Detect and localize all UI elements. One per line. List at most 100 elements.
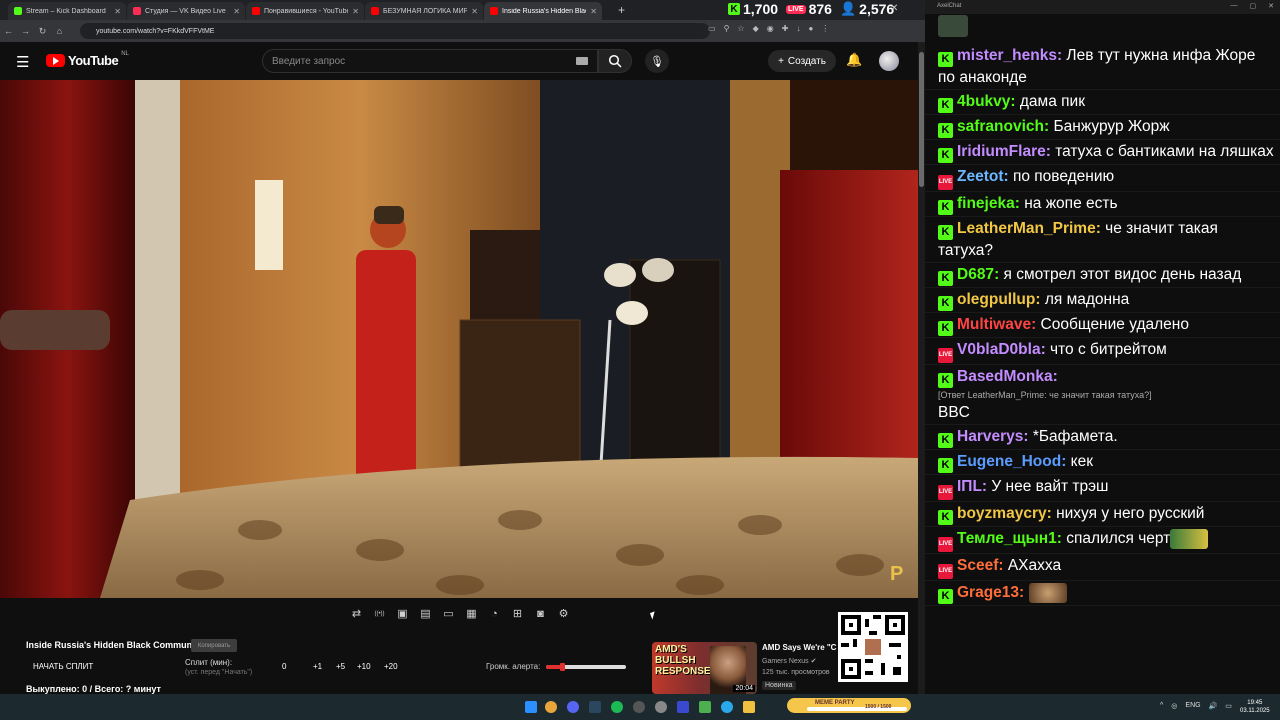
taskbar-clock[interactable]: 19:45 03.11.2025	[1240, 699, 1270, 715]
avatar[interactable]	[879, 51, 899, 71]
channel-name[interactable]: Gamers Nexus ✔	[762, 657, 817, 665]
volume-slider-knob[interactable]	[560, 663, 565, 671]
browser-tab[interactable]: Студия — VK Видео Live ✕	[127, 2, 245, 20]
language-indicator[interactable]: ENG	[1185, 702, 1200, 710]
chat-username[interactable]: Grage13	[957, 584, 1019, 601]
tab-close-icon[interactable]: ✕	[590, 7, 602, 16]
close-window-icon[interactable]: ✕	[890, 3, 898, 14]
chat-username[interactable]: Zeetot	[957, 168, 1004, 185]
browser-tab[interactable]: Inside Russia's Hidden Black ✕	[484, 2, 602, 20]
profile-icon[interactable]: ●	[808, 24, 813, 33]
network-icon[interactable]: ▭	[1225, 702, 1232, 710]
search-button[interactable]	[598, 49, 632, 73]
browser-tab[interactable]: Stream – Kick Dashboard ✕	[8, 2, 126, 20]
search-input[interactable]: Введите запрос	[262, 49, 598, 73]
recommended-video[interactable]: AMD'S BULLSH RESPONSE 20:04 AMD Says We'…	[652, 642, 836, 694]
gauge-icon[interactable]: ◔	[486, 605, 503, 622]
chat-username[interactable]: V0blaD0bla	[957, 341, 1041, 358]
youtube-logo[interactable]: YouTube NL	[46, 51, 129, 68]
create-button[interactable]: + Создать	[768, 50, 836, 72]
zoom-icon[interactable]: ⚲	[724, 24, 730, 33]
browser-menu-icon[interactable]: ⋮	[821, 24, 829, 33]
tray-chevron-icon[interactable]: ^	[1160, 702, 1163, 710]
chat-username[interactable]: Multiwave	[957, 316, 1031, 333]
keyboard-icon[interactable]	[576, 57, 588, 65]
extension-icon[interactable]: ◆	[753, 24, 759, 33]
tab-close-icon[interactable]: ✕	[352, 7, 364, 16]
chat-username[interactable]: 4bukvy	[957, 93, 1010, 110]
increment-button-10[interactable]: +10	[357, 662, 371, 671]
file-explorer-icon[interactable]	[743, 701, 755, 713]
gear-icon[interactable]: ⚙	[555, 605, 572, 622]
chat-username[interactable]: Sceef	[957, 557, 998, 574]
extension-icon[interactable]: ◉	[767, 24, 774, 33]
discord-icon[interactable]	[567, 701, 579, 713]
reload-icon[interactable]: ↻	[34, 26, 51, 37]
chat-username[interactable]: mister_henks	[957, 47, 1057, 64]
chat-username[interactable]: BasedMonka	[957, 368, 1053, 385]
extensions-puzzle-icon[interactable]: ✚	[782, 24, 789, 33]
chat-username[interactable]: olegpullup	[957, 291, 1035, 308]
bookmark-star-icon[interactable]: ☆	[737, 24, 744, 33]
minimize-icon[interactable]: —	[1231, 2, 1238, 10]
chat-username[interactable]: IПL	[957, 478, 982, 495]
video-player[interactable]: P	[0, 80, 918, 598]
url-field[interactable]: youtube.com/watch?v=FKkdVFFVtME	[80, 23, 710, 39]
start-icon[interactable]	[525, 701, 537, 713]
forward-icon[interactable]: →	[17, 26, 34, 36]
chat-username[interactable]: Eugene_Hood	[957, 453, 1061, 470]
telegram-icon[interactable]	[721, 701, 733, 713]
tab-close-icon[interactable]: ✕	[233, 7, 245, 16]
system-tray: ^ ◎ ENG 🔊 ▭	[1160, 702, 1232, 710]
split-title: Inside Russia's Hidden Black Community	[26, 640, 203, 650]
page-scrollbar-thumb[interactable]	[919, 52, 924, 187]
copy-button[interactable]: Копировать	[191, 639, 237, 652]
chat-username[interactable]: safranovich	[957, 118, 1044, 135]
bus-icon[interactable]: ▦	[463, 605, 480, 622]
home-icon[interactable]: ⌂	[51, 26, 68, 36]
steam-icon[interactable]	[589, 701, 601, 713]
add-screen-icon[interactable]: ⊞	[509, 605, 526, 622]
tray-icon[interactable]: ◎	[1171, 702, 1177, 710]
install-icon[interactable]: ▭	[708, 24, 716, 33]
chat-username[interactable]: Harverys	[957, 428, 1023, 445]
new-tab-button[interactable]: +	[618, 3, 625, 17]
car-icon[interactable]: ▣	[394, 605, 411, 622]
increment-button-20[interactable]: +20	[384, 662, 398, 671]
close-icon[interactable]: ✕	[1268, 2, 1274, 10]
back-icon[interactable]: ←	[0, 26, 17, 36]
volume-icon[interactable]: 🔊	[1209, 702, 1218, 710]
voice-search-button[interactable]: 🎙	[645, 49, 669, 73]
spotify-icon[interactable]	[611, 701, 623, 713]
video-title[interactable]: AMD Says We're "C	[762, 643, 838, 652]
chat-username[interactable]: finejeka	[957, 195, 1015, 212]
chat-username[interactable]: LeatherMan_Prime	[957, 220, 1096, 237]
tab-close-icon[interactable]: ✕	[471, 7, 483, 16]
browser-tab[interactable]: БЕЗУМНАЯ ЛОГИКА МИРА К…✕	[365, 2, 483, 20]
increment-button-5[interactable]: +5	[336, 662, 345, 671]
download-icon[interactable]: ↓	[796, 24, 800, 33]
chrome-icon[interactable]	[545, 701, 557, 713]
chat-username[interactable]: IridiumFlare	[957, 143, 1046, 160]
notifications-bell-icon[interactable]: 🔔	[846, 52, 862, 68]
increment-button-1[interactable]: +1	[313, 662, 322, 671]
maximize-icon[interactable]: ▢	[1250, 2, 1257, 10]
hamburger-menu-icon[interactable]: ☰	[16, 53, 29, 71]
volume-slider[interactable]	[546, 663, 626, 671]
video-thumbnail[interactable]: AMD'S BULLSH RESPONSE 20:04	[652, 642, 757, 694]
chat-username[interactable]: Темле_щын1	[957, 530, 1057, 547]
screen-icon[interactable]: ▭	[440, 605, 457, 622]
chat-username[interactable]: D687	[957, 266, 994, 283]
repeat-icon[interactable]: ⇄	[348, 605, 365, 622]
app-icon[interactable]	[677, 701, 689, 713]
clapper-icon[interactable]: ▤	[417, 605, 434, 622]
camera-icon[interactable]: ◙	[532, 605, 549, 622]
start-split-button[interactable]: НАЧАТЬ СПЛИТ	[33, 662, 93, 671]
chat-username[interactable]: boyzmaycry	[957, 505, 1047, 522]
app-icon[interactable]	[655, 701, 667, 713]
broadcast-icon[interactable]: ((•))	[371, 605, 388, 622]
browser-tab[interactable]: Понравившиеся - YouTube ✕	[246, 2, 364, 20]
tab-close-icon[interactable]: ✕	[114, 7, 126, 16]
obs-icon[interactable]	[633, 701, 645, 713]
app-icon[interactable]	[699, 701, 711, 713]
